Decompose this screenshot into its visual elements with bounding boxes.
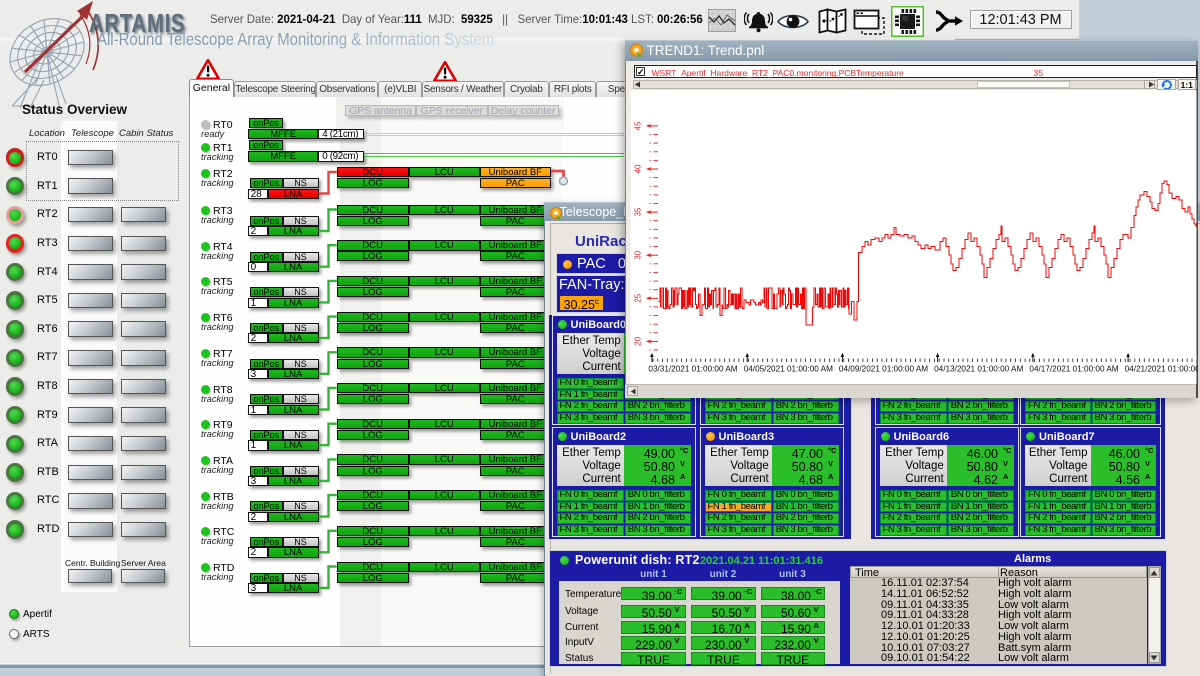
svg-text:04/09/2021 01:00:00 AM: 04/09/2021 01:00:00 AM	[838, 364, 927, 373]
svg-text:04/17/2021 01:00:00 AM: 04/17/2021 01:00:00 AM	[1029, 364, 1118, 373]
svg-text:04/21/2021 01:00:00 AM: 04/21/2021 01:00:00 AM	[1124, 364, 1197, 373]
svg-text:25: 25	[633, 293, 642, 302]
svg-text:30: 30	[633, 250, 642, 259]
svg-text:04/13/2021 01:00:00 AM: 04/13/2021 01:00:00 AM	[934, 364, 1023, 373]
svg-text:04/05/2021 01:00:00 AM: 04/05/2021 01:00:00 AM	[743, 364, 832, 373]
svg-text:45: 45	[633, 121, 642, 130]
svg-text:20: 20	[633, 336, 642, 345]
svg-text:35: 35	[633, 207, 642, 216]
svg-text:40: 40	[633, 164, 642, 173]
svg-text:03/31/2021 01:00:00 AM: 03/31/2021 01:00:00 AM	[648, 364, 737, 373]
